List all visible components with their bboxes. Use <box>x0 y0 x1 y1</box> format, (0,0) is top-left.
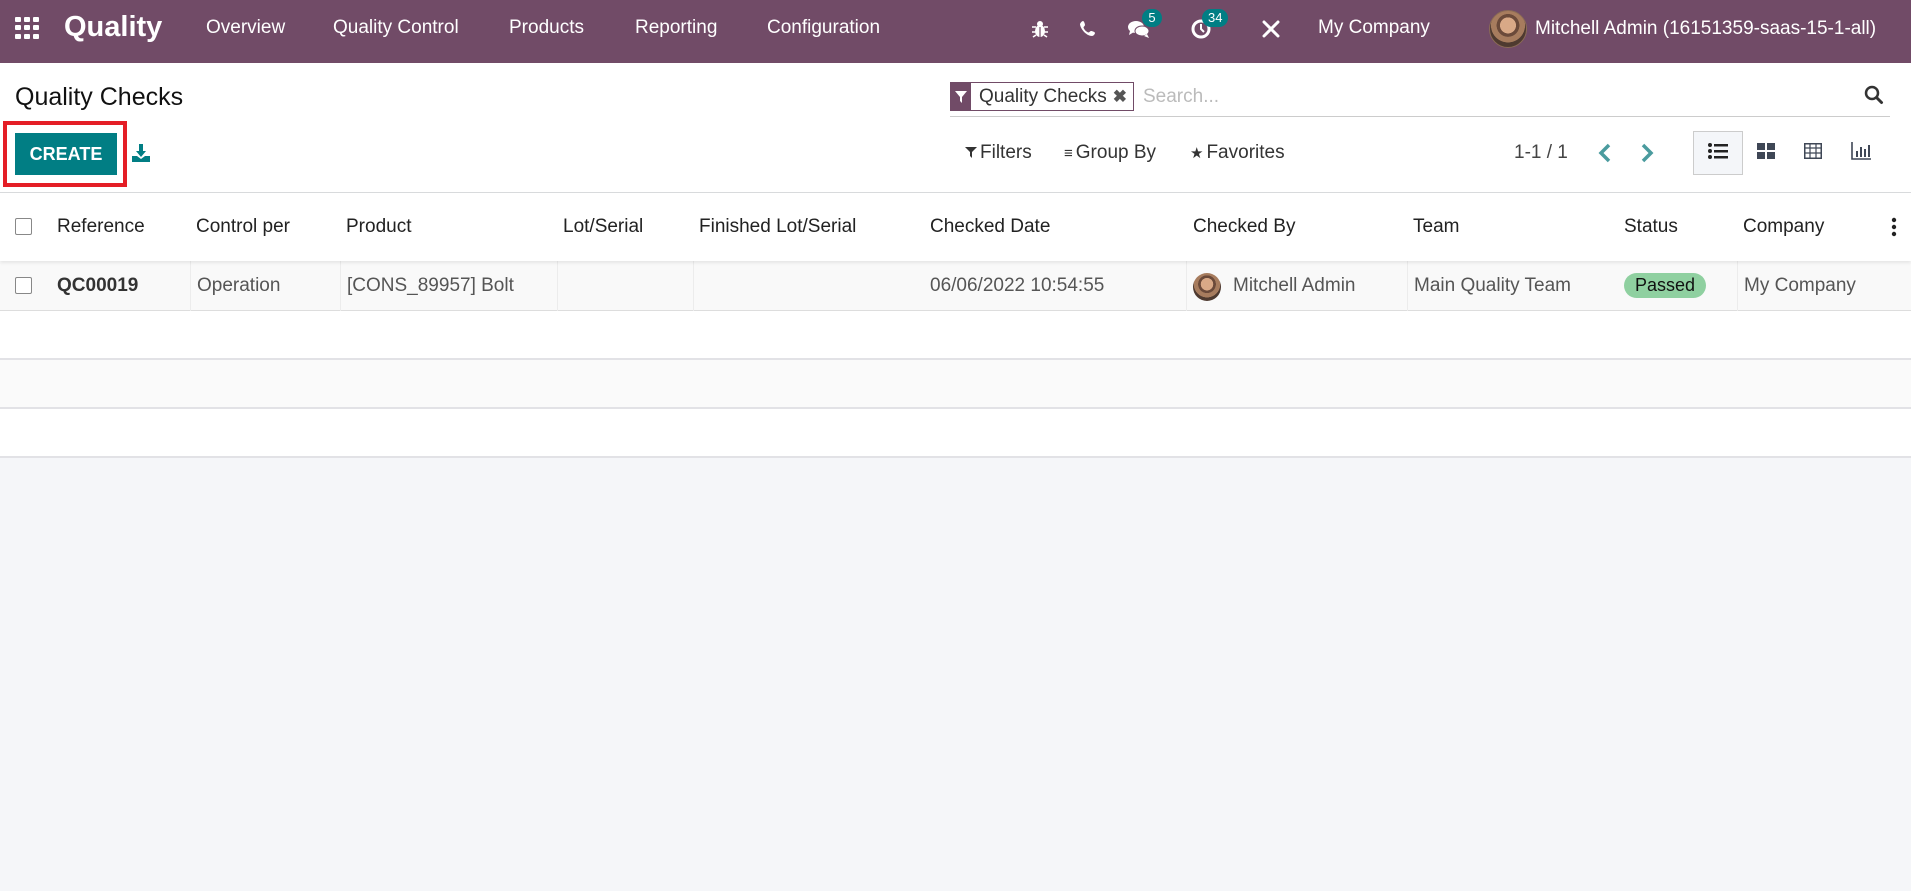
pager-value[interactable]: 1-1 / 1 <box>1514 142 1568 164</box>
tools-icon[interactable] <box>1258 16 1284 42</box>
optional-columns-icon[interactable] <box>1891 217 1897 237</box>
filters-button[interactable]: Filters <box>965 142 1032 164</box>
top-navbar: Quality Overview Quality Control Product… <box>0 0 1911 63</box>
column-lot-serial[interactable]: Lot/Serial <box>563 216 643 238</box>
cell-product: [CONS_89957] Bolt <box>347 275 514 296</box>
star-icon: ★ <box>1190 145 1204 162</box>
search-box: Quality Checks ✖ <box>950 79 1890 117</box>
bar-chart-icon <box>1851 141 1871 165</box>
empty-row <box>0 409 1911 458</box>
filter-icon <box>965 145 977 162</box>
column-checked-by[interactable]: Checked By <box>1193 216 1295 238</box>
cell-control-per: Operation <box>197 275 281 296</box>
table-icon <box>1804 142 1822 164</box>
empty-row <box>0 311 1911 360</box>
clock-icon[interactable]: 34 <box>1188 9 1229 42</box>
graph-view-button[interactable] <box>1836 131 1886 175</box>
select-all-checkbox[interactable] <box>15 218 32 235</box>
facet-label: Quality Checks <box>979 86 1107 107</box>
row-checkbox[interactable] <box>15 277 32 294</box>
table-header: Reference Control per Product Lot/Serial… <box>0 193 1911 261</box>
cell-checked-date: 06/06/2022 10:54:55 <box>930 275 1105 296</box>
user-menu[interactable]: Mitchell Admin (16151359-saas-15-1-all) <box>1489 10 1876 48</box>
bug-icon[interactable] <box>1027 16 1053 42</box>
column-company[interactable]: Company <box>1743 216 1824 238</box>
checked-by-avatar <box>1193 273 1221 301</box>
search-facet: Quality Checks ✖ <box>950 82 1135 111</box>
user-avatar <box>1489 10 1527 48</box>
control-panel: Quality Checks CREATE Quality Checks ✖ F… <box>0 63 1911 193</box>
table-row[interactable]: QC00019 Operation [CONS_89957] Bolt 06/0… <box>0 261 1911 311</box>
cell-company: My Company <box>1744 275 1856 296</box>
menu-quality-control[interactable]: Quality Control <box>333 17 459 39</box>
menu-reporting[interactable]: Reporting <box>635 17 717 39</box>
pivot-view-button[interactable] <box>1788 131 1838 175</box>
menu-products[interactable]: Products <box>509 17 584 39</box>
app-brand[interactable]: Quality <box>64 11 162 44</box>
column-checked-date[interactable]: Checked Date <box>930 216 1050 238</box>
page-title: Quality Checks <box>15 83 184 111</box>
filters-label: Filters <box>980 142 1032 163</box>
menu-configuration[interactable]: Configuration <box>767 17 880 39</box>
pager-next-icon[interactable] <box>1636 140 1658 166</box>
facet-remove-icon[interactable]: ✖ <box>1113 83 1133 110</box>
search-input[interactable] <box>1143 82 1843 111</box>
filter-icon <box>951 83 971 110</box>
activities-badge: 34 <box>1202 9 1229 27</box>
kanban-icon <box>1757 142 1775 164</box>
create-button[interactable]: CREATE <box>15 133 117 175</box>
status-badge: Passed <box>1624 273 1707 298</box>
column-control-per[interactable]: Control per <box>196 216 290 238</box>
cell-team: Main Quality Team <box>1414 275 1571 296</box>
column-finished-lot-serial[interactable]: Finished Lot/Serial <box>699 216 856 238</box>
cell-reference: QC00019 <box>57 275 139 296</box>
download-icon[interactable] <box>131 143 151 163</box>
list-icon <box>1708 142 1728 164</box>
phone-icon[interactable] <box>1075 16 1101 42</box>
kanban-view-button[interactable] <box>1741 131 1791 175</box>
cell-checked-by: Mitchell Admin <box>1233 275 1356 296</box>
favorites-button[interactable]: ★ Favorites <box>1190 142 1285 164</box>
bars-icon: ≡ <box>1064 144 1073 162</box>
column-reference[interactable]: Reference <box>57 216 145 238</box>
list-view-button[interactable] <box>1693 131 1743 175</box>
menu-overview[interactable]: Overview <box>206 17 285 39</box>
search-icon[interactable] <box>1864 85 1886 107</box>
group-by-label: Group By <box>1075 142 1157 163</box>
messages-badge: 5 <box>1142 9 1162 27</box>
column-team[interactable]: Team <box>1413 216 1459 238</box>
group-by-button[interactable]: ≡ Group By <box>1064 142 1156 164</box>
favorites-label: Favorites <box>1206 142 1285 163</box>
user-name: Mitchell Admin (16151359-saas-15-1-all) <box>1535 18 1877 39</box>
chat-icon[interactable]: 5 <box>1126 9 1162 42</box>
apps-menu-icon[interactable] <box>15 17 41 39</box>
empty-row <box>0 360 1911 409</box>
pager-previous-icon[interactable] <box>1594 140 1616 166</box>
column-product[interactable]: Product <box>346 216 411 238</box>
column-status[interactable]: Status <box>1624 216 1678 238</box>
quality-checks-table: Reference Control per Product Lot/Serial… <box>0 193 1911 458</box>
company-switcher[interactable]: My Company <box>1318 17 1430 39</box>
